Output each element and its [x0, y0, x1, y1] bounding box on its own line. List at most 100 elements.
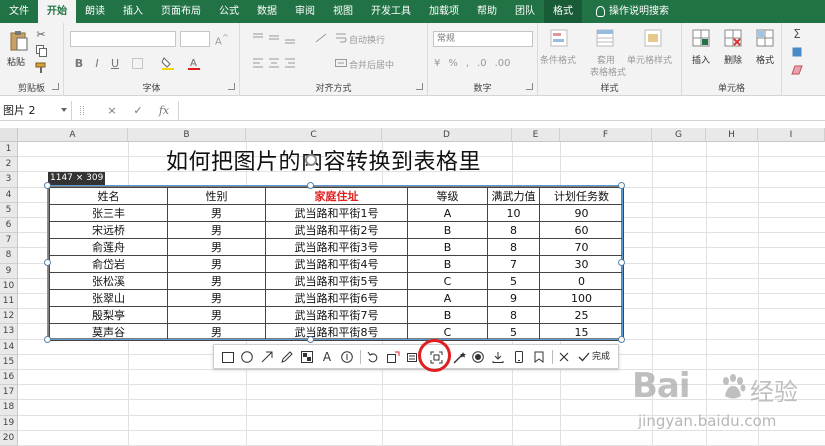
- text-tool-icon[interactable]: A: [318, 348, 336, 366]
- number-format-dropdown[interactable]: 常规: [433, 31, 533, 47]
- copy-icon[interactable]: [34, 44, 48, 58]
- tab-home[interactable]: 开始: [38, 0, 76, 23]
- tab-insert[interactable]: 插入: [114, 0, 152, 23]
- font-color-icon[interactable]: A: [186, 56, 202, 70]
- merge-center-icon[interactable]: [335, 56, 347, 70]
- sheet-title-cell[interactable]: 如何把图片的内容转换到表格里: [166, 144, 481, 176]
- underline-button[interactable]: U: [108, 56, 122, 70]
- alignment-launcher[interactable]: [416, 83, 423, 90]
- name-box[interactable]: 图片 2: [0, 101, 72, 120]
- row-header[interactable]: 20: [0, 430, 18, 446]
- tab-view[interactable]: 视图: [324, 0, 362, 23]
- row-header[interactable]: 8: [0, 248, 18, 264]
- cut-icon[interactable]: ✂: [34, 27, 48, 41]
- row-header[interactable]: 11: [0, 294, 18, 310]
- column-header-c[interactable]: C: [246, 128, 382, 142]
- insert-button[interactable]: 插入: [692, 53, 710, 66]
- row-header[interactable]: 17: [0, 385, 18, 401]
- confirm-entry-button[interactable]: ✓: [130, 102, 146, 119]
- row-header[interactable]: 19: [0, 415, 18, 431]
- magic-wand-icon[interactable]: [450, 348, 468, 366]
- undo-icon[interactable]: [364, 348, 382, 366]
- format-painter-icon[interactable]: [34, 61, 48, 75]
- delete-cells-icon[interactable]: [722, 27, 744, 49]
- format-as-table-icon[interactable]: [594, 27, 616, 49]
- grow-font-icon[interactable]: A^: [215, 32, 229, 47]
- row-header[interactable]: 16: [0, 370, 18, 386]
- tab-team[interactable]: 团队: [506, 0, 544, 23]
- bold-button[interactable]: B: [72, 56, 86, 70]
- column-header-b[interactable]: B: [128, 128, 246, 142]
- resize-handle-w[interactable]: [44, 259, 51, 266]
- pasted-picture[interactable]: 姓名 性别 家庭住址 等级 满武力值 计划任务数 张三丰男武当路和平街1号 A 10…: [48, 186, 624, 341]
- number-launcher[interactable]: [526, 83, 533, 90]
- wrap-text-icon[interactable]: [335, 31, 347, 45]
- tab-data[interactable]: 数据: [248, 0, 286, 23]
- row-header[interactable]: 13: [0, 324, 18, 340]
- horizontal-align-icons[interactable]: [250, 56, 300, 70]
- record-icon[interactable]: [469, 348, 487, 366]
- rotate-handle[interactable]: [305, 154, 317, 166]
- mosaic-tool-icon[interactable]: [298, 348, 316, 366]
- tab-read-aloud[interactable]: 朗读: [76, 0, 114, 23]
- font-launcher[interactable]: [228, 83, 235, 90]
- column-header-i[interactable]: I: [758, 128, 825, 142]
- tab-formulas[interactable]: 公式: [210, 0, 248, 23]
- row-header[interactable]: 3: [0, 172, 18, 188]
- wrap-text-button[interactable]: 自动换行: [349, 33, 385, 46]
- row-header[interactable]: 6: [0, 218, 18, 234]
- cell-styles-icon[interactable]: [642, 27, 664, 49]
- tell-me-search[interactable]: 操作说明搜索: [582, 0, 669, 23]
- fill-icon[interactable]: [790, 45, 804, 59]
- resize-handle-e[interactable]: [618, 259, 625, 266]
- resize-handle-ne[interactable]: [618, 182, 625, 189]
- column-header-e[interactable]: E: [512, 128, 560, 142]
- paste-icon[interactable]: [8, 29, 30, 53]
- resize-handle-nw[interactable]: [44, 182, 51, 189]
- insert-function-button[interactable]: fx: [156, 102, 172, 119]
- clipboard-launcher[interactable]: [52, 83, 59, 90]
- tab-add-ins[interactable]: 加载项: [420, 0, 468, 23]
- row-header[interactable]: 4: [0, 187, 18, 203]
- close-icon[interactable]: [555, 348, 573, 366]
- row-header[interactable]: 12: [0, 309, 18, 325]
- row-header[interactable]: 7: [0, 233, 18, 249]
- row-header[interactable]: 15: [0, 354, 18, 370]
- fill-color-icon[interactable]: [160, 56, 176, 70]
- chevron-down-icon[interactable]: [61, 108, 67, 112]
- tab-help[interactable]: 帮助: [468, 0, 506, 23]
- resize-handle-sw[interactable]: [44, 336, 51, 343]
- cancel-entry-button[interactable]: ×: [104, 102, 120, 119]
- conditional-format-button[interactable]: 条件格式: [540, 53, 576, 66]
- column-header-d[interactable]: D: [382, 128, 512, 142]
- column-header-f[interactable]: F: [560, 128, 652, 142]
- row-header[interactable]: 18: [0, 400, 18, 416]
- merge-center-button[interactable]: 合并后居中: [349, 58, 394, 71]
- mobile-icon[interactable]: [510, 348, 528, 366]
- done-button[interactable]: 完成: [592, 348, 610, 366]
- select-all-corner[interactable]: [0, 128, 18, 142]
- tab-developer[interactable]: 开发工具: [362, 0, 420, 23]
- formula-input[interactable]: [178, 101, 825, 120]
- tab-review[interactable]: 审阅: [286, 0, 324, 23]
- cell-styles-button[interactable]: 单元格样式: [627, 53, 672, 66]
- drag-handle-icon[interactable]: [80, 106, 84, 115]
- bookmark-icon[interactable]: [530, 348, 548, 366]
- borders-icon[interactable]: [130, 56, 144, 70]
- delete-button[interactable]: 删除: [724, 53, 742, 66]
- increase-decimal-icon[interactable]: .0: [477, 58, 487, 69]
- row-header[interactable]: 9: [0, 263, 18, 279]
- paste-button[interactable]: 粘贴: [7, 55, 25, 68]
- format-as-table-label-2[interactable]: 表格格式: [590, 65, 626, 78]
- column-header-g[interactable]: G: [652, 128, 706, 142]
- resize-handle-se[interactable]: [618, 336, 625, 343]
- row-header[interactable]: 2: [0, 157, 18, 173]
- number-format-buttons[interactable]: ¥ % , .0 .00: [434, 56, 530, 70]
- tab-picture-format[interactable]: 格式: [544, 0, 582, 23]
- row-header[interactable]: 5: [0, 202, 18, 218]
- row-header[interactable]: 14: [0, 339, 18, 355]
- format-button[interactable]: 格式: [756, 53, 774, 66]
- checkmark-icon[interactable]: [575, 348, 593, 366]
- arrow-tool-icon[interactable]: [258, 348, 276, 366]
- font-size-dropdown[interactable]: [180, 31, 210, 47]
